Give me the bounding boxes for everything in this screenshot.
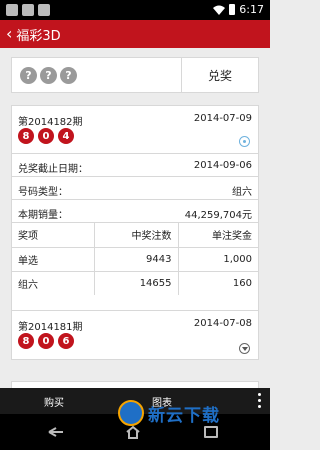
claim-deadline-row: 兑奖截止日期： 2014-09-06 — [12, 154, 258, 177]
info-value: 2014-09-06 — [193, 160, 252, 171]
draw-list[interactable]: ? ? ? 兑奖 第2014182期 2014-07-09 8 0 4 兑奖截止… — [0, 48, 270, 388]
wifi-icon — [213, 5, 226, 15]
table-cell: 14655 — [94, 271, 179, 295]
info-label: 号码类型： — [18, 187, 68, 198]
draw-date: 2014-07-08 — [193, 318, 252, 329]
clock: 6:17 — [239, 3, 264, 16]
notification-icon — [6, 4, 18, 16]
table-row: 单选 9443 1,000 — [12, 247, 258, 272]
draw-card-latest[interactable]: 第2014182期 2014-07-09 8 0 4 兑奖截止日期： 2014-… — [11, 105, 259, 343]
info-label: 本期销量： — [18, 210, 68, 221]
back-nav-icon[interactable] — [48, 427, 64, 437]
check-prize-button[interactable]: 兑奖 — [182, 58, 258, 92]
table-header-row: 奖项 中奖注数 单注奖金 — [12, 223, 258, 248]
winning-numbers: 8 0 4 — [18, 128, 74, 144]
draw-card-next[interactable] — [11, 381, 259, 388]
table-row: 组六 14655 160 — [12, 271, 258, 295]
expand-icon[interactable] — [239, 343, 250, 354]
watermark-logo — [118, 400, 144, 426]
column-header: 奖项 — [12, 223, 95, 248]
battery-icon — [229, 4, 236, 15]
winning-numbers: 8 0 6 — [18, 333, 74, 349]
collapse-icon[interactable] — [239, 136, 250, 147]
buy-tab[interactable]: 购买 — [0, 394, 108, 409]
number-ball: 8 — [18, 128, 34, 144]
unknown-numbers: ? ? ? — [12, 58, 182, 92]
chevron-left-icon[interactable]: ‹ — [6, 26, 12, 42]
number-ball: 4 — [58, 128, 74, 144]
column-header: 中奖注数 — [94, 223, 179, 248]
watermark-text: 新云下载 — [148, 405, 220, 426]
table-cell: 1,000 — [178, 247, 258, 272]
status-bar: 6:17 — [0, 0, 270, 20]
status-indicators: 6:17 — [213, 3, 264, 16]
info-label: 兑奖截止日期： — [18, 164, 88, 175]
number-ball: 0 — [38, 128, 54, 144]
prize-table: 奖项 中奖注数 单注奖金 单选 9443 1,000 组六 14655 160 — [12, 223, 258, 295]
unknown-ball: ? — [60, 66, 77, 84]
unknown-ball: ? — [20, 66, 37, 84]
table-cell: 单选 — [12, 247, 95, 272]
info-value: 组六 — [232, 187, 252, 198]
notification-icons — [6, 4, 50, 16]
table-cell: 9443 — [94, 247, 179, 272]
draw-card-previous[interactable]: 第2014181期 2014-07-08 8 0 6 — [11, 310, 259, 360]
summary-card: ? ? ? 兑奖 — [11, 57, 259, 93]
notification-icon — [22, 4, 34, 16]
info-value: 44,259,704元 — [184, 210, 252, 221]
app-bar: ‹ 福彩3D — [0, 20, 270, 48]
table-cell: 160 — [232, 277, 252, 289]
sales-row: 本期销量： 44,259,704元 — [12, 200, 258, 223]
draw-header[interactable]: 第2014182期 2014-07-09 8 0 4 — [12, 106, 258, 154]
number-ball: 6 — [58, 333, 74, 349]
draw-issue: 第2014182期 — [18, 117, 83, 128]
number-ball: 0 — [38, 333, 54, 349]
overflow-menu-icon[interactable] — [258, 393, 262, 408]
draw-issue: 第2014181期 — [18, 322, 83, 333]
page-title: 福彩3D — [16, 28, 61, 44]
draw-date: 2014-07-09 — [193, 113, 252, 124]
column-header: 单注奖金 — [178, 223, 258, 248]
table-cell: 组六 — [12, 271, 95, 295]
notification-icon — [38, 4, 50, 16]
number-ball: 8 — [18, 333, 34, 349]
number-type-row: 号码类型： 组六 — [12, 177, 258, 200]
watermark: 新云下载 — [118, 398, 220, 428]
unknown-ball: ? — [40, 66, 57, 84]
